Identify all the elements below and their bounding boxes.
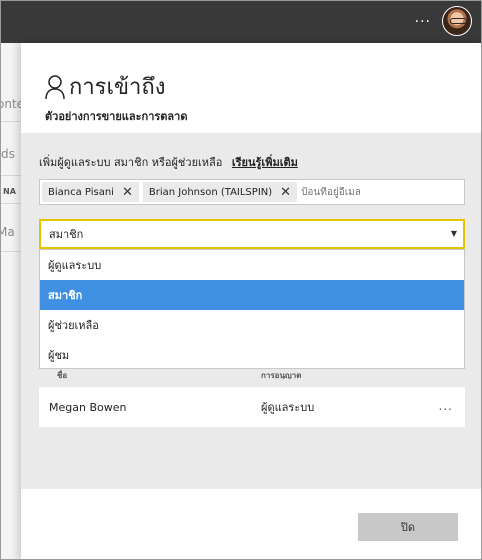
email-chip: Bianca Pisani ✕: [42, 182, 139, 202]
learn-more-link[interactable]: เรียนรู้เพิ่มเติม: [232, 156, 298, 169]
page-subtitle: ตัวอย่างการขายและการตลาด: [45, 110, 188, 123]
role-select[interactable]: สมาชิก ▼: [39, 219, 465, 249]
close-button[interactable]: ปิด: [358, 513, 458, 541]
chip-label: Bianca Pisani: [48, 186, 114, 198]
page-title: การเข้าถึง: [69, 75, 166, 100]
background-text: ds: [1, 147, 15, 161]
role-option-member[interactable]: สมาชิก: [40, 280, 464, 310]
user-name: Megan Bowen: [49, 400, 127, 414]
background-text: Ma: [1, 225, 15, 239]
role-dropdown: ผู้ดูแลระบบ สมาชิก ผู้ช่วยเหลือ ผู้ชม: [39, 249, 465, 369]
remove-chip-icon[interactable]: ✕: [280, 185, 291, 200]
email-chip: Brian Johnson (TAILSPIN) ✕: [142, 182, 298, 202]
person-icon: [45, 74, 65, 100]
app-frame: ... onte ds NA Ma การเข้าถึง ตัวอย่างการ…: [0, 0, 482, 560]
add-instruction-text: เพิ่มผู้ดูแลระบบ สมาชิก หรือผู้ช่วยเหลือ: [39, 156, 223, 169]
chip-label: Brian Johnson (TAILSPIN): [148, 186, 273, 198]
remove-chip-icon[interactable]: ✕: [122, 185, 133, 200]
role-option-admin[interactable]: ผู้ดูแลระบบ: [40, 250, 464, 280]
title-row: การเข้าถึง: [45, 69, 165, 104]
role-option-contributor[interactable]: ผู้ช่วยเหลือ: [40, 310, 464, 340]
avatar[interactable]: [442, 6, 472, 36]
column-header-name: ชื่อ: [57, 371, 68, 379]
panel-footer: ปิด: [21, 489, 481, 559]
role-select-value: สมาชิก: [49, 228, 84, 241]
more-options-button[interactable]: ...: [415, 10, 431, 26]
top-bar: ...: [1, 1, 481, 43]
panel-body: เพิ่มผู้ดูแลระบบ สมาชิก หรือผู้ช่วยเหลือ…: [21, 133, 481, 489]
column-header-permission: การอนุญาต: [261, 371, 302, 379]
user-permission: ผู้ดูแลระบบ: [261, 401, 315, 414]
role-option-viewer[interactable]: ผู้ชม: [40, 340, 464, 370]
background-column-header: NA: [3, 187, 16, 196]
email-input[interactable]: [301, 186, 402, 198]
add-instruction: เพิ่มผู้ดูแลระบบ สมาชิก หรือผู้ช่วยเหลือ…: [39, 153, 298, 171]
email-entry-box[interactable]: Bianca Pisani ✕ Brian Johnson (TAILSPIN)…: [39, 179, 465, 205]
table-row: Megan Bowen ผู้ดูแลระบบ ...: [39, 387, 465, 427]
access-panel: การเข้าถึง ตัวอย่างการขายและการตลาด เพิ่…: [21, 43, 481, 559]
row-more-options-button[interactable]: ...: [439, 399, 453, 413]
chevron-down-icon: ▼: [450, 229, 457, 238]
panel-header: การเข้าถึง ตัวอย่างการขายและการตลาด: [21, 43, 481, 133]
